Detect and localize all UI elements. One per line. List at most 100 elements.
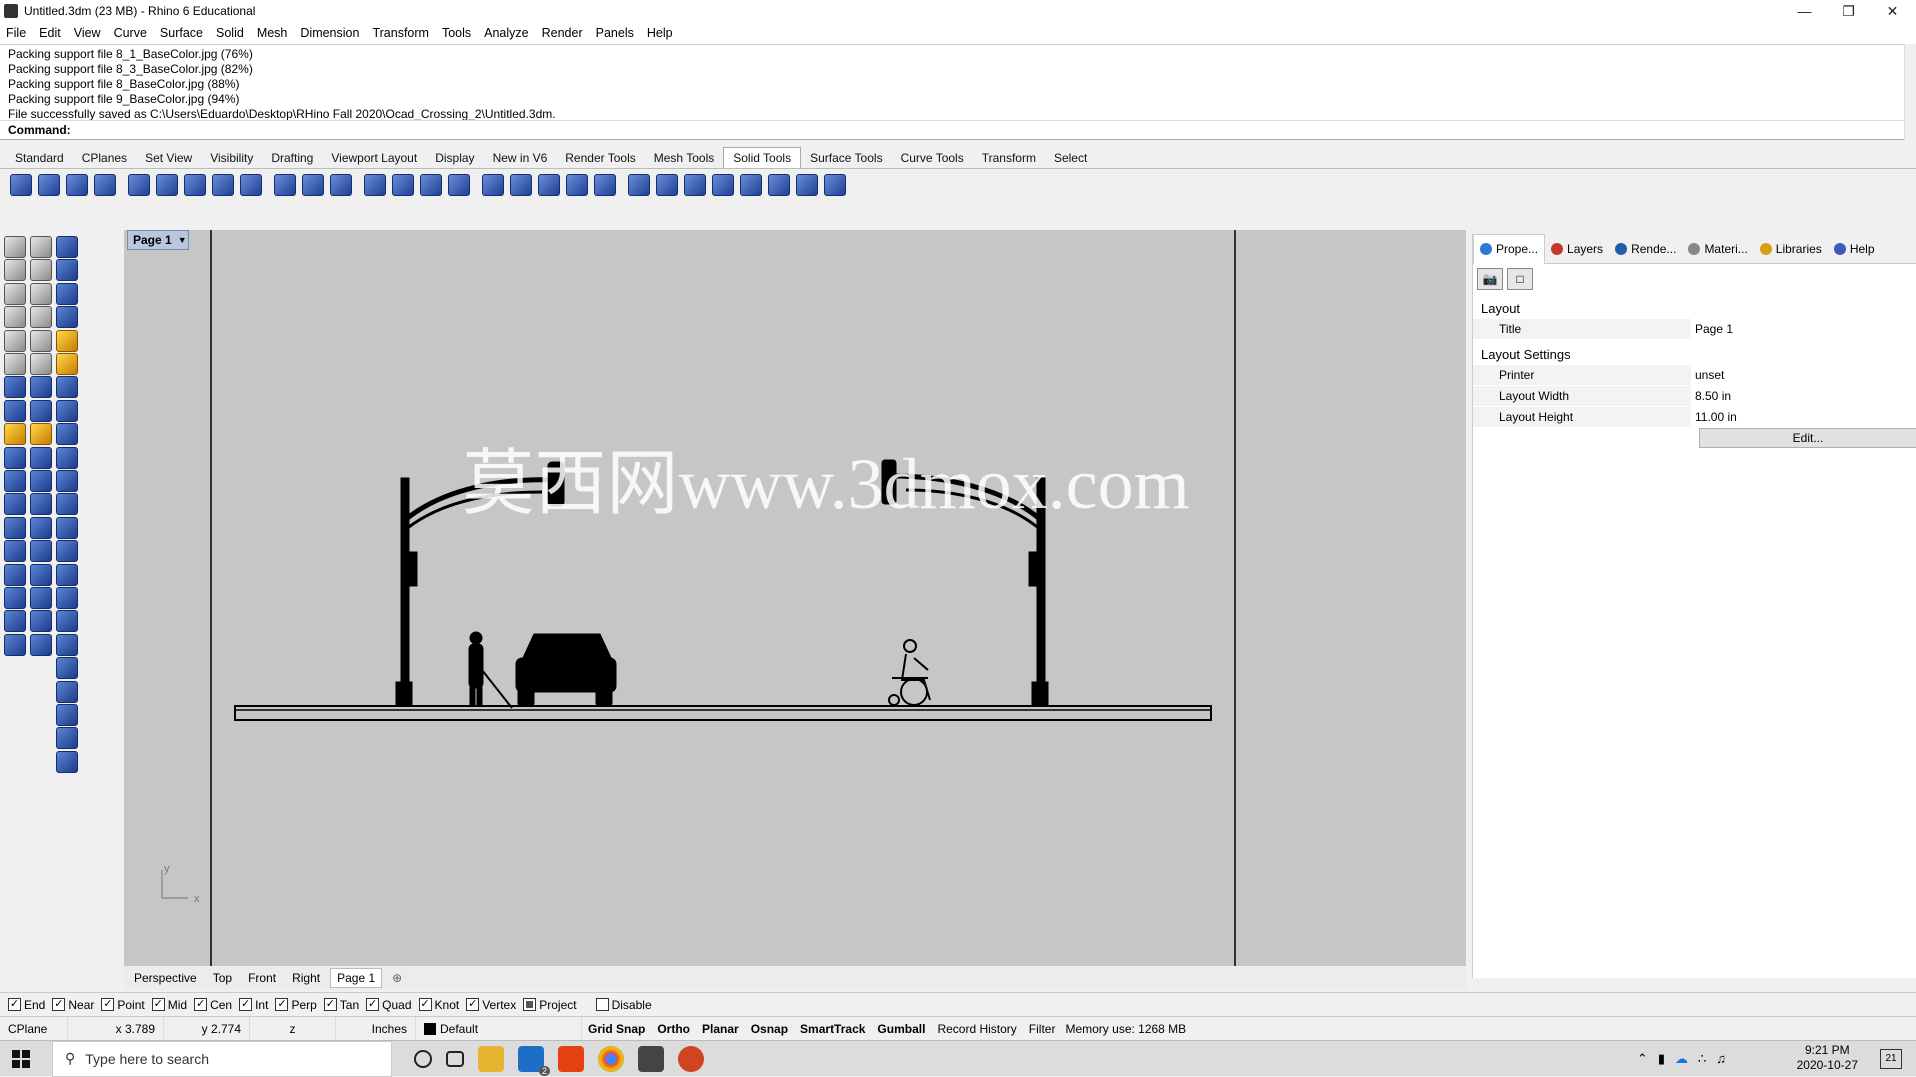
menu-edit[interactable]: Edit <box>39 26 61 40</box>
checkbox[interactable]: ✓ <box>418 998 432 1011</box>
cube-icon[interactable] <box>56 376 78 399</box>
cap-planar-holes-icon[interactable] <box>128 173 150 196</box>
battery-icon[interactable]: ▮ <box>1658 1051 1665 1067</box>
extrude-face-icon[interactable] <box>420 173 442 196</box>
ellipsoid-icon[interactable] <box>56 470 78 492</box>
circle-icon[interactable] <box>4 282 26 305</box>
ellipse-icon[interactable] <box>30 282 52 305</box>
move-hole-icon[interactable] <box>656 173 678 196</box>
tab-perspective[interactable]: Perspective <box>128 969 203 987</box>
rhino-taskbar-icon[interactable] <box>638 1045 664 1072</box>
curve-offset-icon[interactable] <box>30 493 52 516</box>
hatch-icon[interactable] <box>30 563 52 586</box>
viewport-title-tab[interactable]: Page 1 ▼ <box>127 230 189 250</box>
menu-render[interactable]: Render <box>542 26 583 40</box>
curve-network-icon[interactable] <box>30 470 52 492</box>
tab-top[interactable]: Top <box>207 969 238 987</box>
osnap-near[interactable]: ✓ Near <box>52 998 94 1012</box>
tab-surface-tools[interactable]: Surface Tools <box>801 148 892 168</box>
add-layout-icon[interactable]: ⊕ <box>386 969 408 987</box>
chamfer-edges-icon[interactable] <box>212 173 234 196</box>
check-icon[interactable] <box>30 610 52 633</box>
tab-materials[interactable]: Materi... <box>1682 234 1753 264</box>
menu-dimension[interactable]: Dimension <box>300 26 359 40</box>
boolean-intersection-icon[interactable] <box>66 173 88 196</box>
array-icon[interactable] <box>4 540 26 563</box>
osnap-toggle[interactable]: Osnap <box>745 1022 794 1036</box>
checkbox[interactable]: ✓ <box>323 998 337 1011</box>
boolean-split-icon[interactable] <box>4 610 26 633</box>
chrome-icon[interactable] <box>598 1045 624 1072</box>
tab-transform[interactable]: Transform <box>973 148 1045 168</box>
file-explorer-icon[interactable] <box>478 1045 504 1072</box>
tab-display[interactable]: Display <box>426 148 483 168</box>
boolean-union-icon[interactable] <box>10 173 32 196</box>
offset-icon[interactable] <box>4 493 26 516</box>
menu-tools[interactable]: Tools <box>442 26 471 40</box>
solid-edit-icon[interactable] <box>740 173 762 196</box>
filter-toggle[interactable]: Filter <box>1023 1022 1062 1036</box>
menu-view[interactable]: View <box>74 26 101 40</box>
cylinder-solid-icon[interactable] <box>56 610 78 633</box>
rotate-hole-icon[interactable] <box>594 173 616 196</box>
units-label[interactable]: Inches <box>336 1016 416 1041</box>
edit-icon[interactable] <box>56 282 78 305</box>
snap-icon[interactable] <box>56 353 78 375</box>
tab-new-in-v6[interactable]: New in V6 <box>484 148 557 168</box>
cylinder-icon[interactable] <box>4 399 26 422</box>
tab-page-1[interactable]: Page 1 <box>330 968 383 988</box>
select-arrow-icon[interactable] <box>4 236 26 258</box>
checkbox[interactable]: ✓ <box>52 998 66 1011</box>
osnap-disable[interactable]: Disable <box>595 998 652 1012</box>
boolean-icon[interactable] <box>30 376 52 399</box>
solid-edit-icon[interactable] <box>56 750 78 773</box>
notification-center-icon[interactable]: 21 <box>1880 1049 1902 1069</box>
boolean-split-icon[interactable] <box>94 173 116 196</box>
command-line[interactable]: Command: <box>0 120 1904 140</box>
checkbox[interactable]: ✓ <box>194 998 208 1011</box>
mesh-icon[interactable] <box>4 633 26 656</box>
checkbox[interactable] <box>523 998 537 1011</box>
copy-hole-icon[interactable] <box>684 173 706 196</box>
osnap-mid[interactable]: ✓ Mid <box>151 998 187 1012</box>
menu-analyze[interactable]: Analyze <box>484 26 528 40</box>
checkbox[interactable]: ✓ <box>275 998 289 1011</box>
extract-surface-icon[interactable] <box>156 173 178 196</box>
tab-mesh-tools[interactable]: Mesh Tools <box>645 148 723 168</box>
shell-icon[interactable] <box>274 173 296 196</box>
sweep-icon[interactable] <box>30 399 52 422</box>
task-view-icon[interactable] <box>446 1050 464 1067</box>
delete-faces-icon[interactable] <box>796 173 818 196</box>
office-icon[interactable] <box>558 1045 584 1072</box>
osnap-knot[interactable]: ✓ Knot <box>418 998 459 1012</box>
select-arrow-icon-2[interactable] <box>56 236 78 258</box>
gear-icon-2[interactable] <box>4 423 26 446</box>
make-hole-icon[interactable] <box>538 173 560 196</box>
pyramid-icon-2[interactable] <box>56 563 78 586</box>
osnap-point[interactable]: ✓ Point <box>101 998 145 1012</box>
osnap-int[interactable]: ✓ Int <box>239 998 268 1012</box>
arc-icon[interactable] <box>4 329 26 352</box>
planar-toggle[interactable]: Planar <box>696 1022 745 1036</box>
tab-help[interactable]: Help <box>1828 234 1881 264</box>
restore-button[interactable]: ❐ <box>1826 0 1871 22</box>
wifi-icon[interactable]: ∴ <box>1698 1051 1706 1067</box>
delete-hole-icon[interactable] <box>712 173 734 196</box>
loft-icon[interactable] <box>30 353 52 375</box>
dimension-icon[interactable] <box>56 306 78 329</box>
checkbox[interactable]: ✓ <box>101 998 115 1011</box>
checkbox[interactable] <box>595 998 609 1011</box>
move-edge-icon[interactable] <box>448 173 470 196</box>
camera-icon[interactable]: 📷 <box>1477 268 1503 290</box>
place-hole-icon[interactable] <box>566 173 588 196</box>
rectangle-icon[interactable] <box>30 306 52 329</box>
cplane-label[interactable]: CPlane <box>0 1016 68 1041</box>
pipe-icon[interactable] <box>56 657 78 680</box>
tab-select[interactable]: Select <box>1045 148 1096 168</box>
tab-viewport-layout[interactable]: Viewport Layout <box>322 148 426 168</box>
tab-standard[interactable]: Standard <box>6 148 73 168</box>
chevron-down-icon[interactable]: ▼ <box>178 235 187 245</box>
minimize-button[interactable]: — <box>1782 0 1827 22</box>
cone-icon[interactable] <box>56 516 78 539</box>
smarttrack-toggle[interactable]: SmartTrack <box>794 1022 871 1036</box>
